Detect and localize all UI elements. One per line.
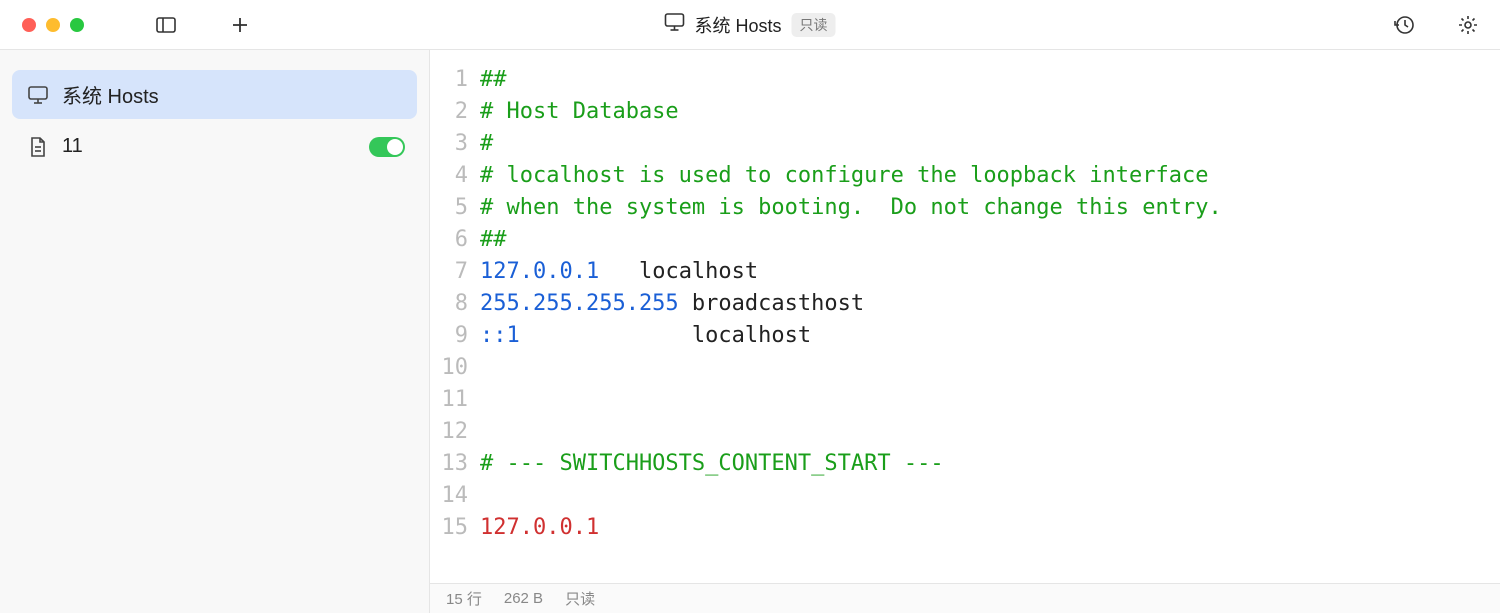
code-content: ### Host Database## localhost is used to…: [480, 64, 1500, 583]
code-line: ##: [480, 224, 1500, 256]
window-controls: [0, 18, 84, 32]
status-lines: 15 行: [446, 588, 482, 609]
code-line: # when the system is booting. Do not cha…: [480, 192, 1500, 224]
code-line: ::1 localhost: [480, 320, 1500, 352]
code-line: 127.0.0.1: [480, 512, 1500, 544]
sidebar-item-label: 系统 Hosts: [62, 80, 159, 109]
line-gutter: 123456789101112131415: [430, 64, 480, 583]
gear-icon[interactable]: [1456, 13, 1480, 37]
titlebar: 系统 Hosts 只读: [0, 0, 1500, 50]
code-line: 255.255.255.255 broadcasthost: [480, 288, 1500, 320]
zoom-window-button[interactable]: [70, 18, 84, 32]
add-button[interactable]: [228, 13, 252, 37]
readonly-badge: 只读: [792, 13, 836, 37]
minimize-window-button[interactable]: [46, 18, 60, 32]
sidebar-toggle-icon[interactable]: [154, 13, 178, 37]
code-line: # Host Database: [480, 96, 1500, 128]
close-window-button[interactable]: [22, 18, 36, 32]
sidebar-item-1[interactable]: 11: [12, 125, 417, 168]
sidebar-item-0[interactable]: 系统 Hosts: [12, 70, 417, 119]
code-line: #: [480, 128, 1500, 160]
sidebar: 系统 Hosts 11: [0, 50, 430, 613]
code-line: [480, 352, 1500, 384]
code-line: [480, 416, 1500, 448]
window-title-text: 系统 Hosts: [694, 12, 781, 38]
status-size: 262 B: [504, 590, 543, 607]
status-mode: 只读: [565, 588, 595, 609]
monitor-icon: [28, 85, 48, 105]
history-icon[interactable]: [1392, 13, 1416, 37]
code-line: # --- SWITCHHOSTS_CONTENT_START ---: [480, 448, 1500, 480]
code-line: [480, 384, 1500, 416]
code-line: [480, 480, 1500, 512]
code-line: 127.0.0.1 localhost: [480, 256, 1500, 288]
status-bar: 15 行 262 B 只读: [430, 583, 1500, 613]
monitor-icon: [664, 13, 684, 36]
code-editor[interactable]: 123456789101112131415 ### Host Database#…: [430, 50, 1500, 583]
sidebar-item-label: 11: [62, 135, 83, 158]
code-line: ##: [480, 64, 1500, 96]
code-line: # localhost is used to configure the loo…: [480, 160, 1500, 192]
window-title: 系统 Hosts 只读: [664, 12, 835, 38]
sidebar-item-toggle[interactable]: [369, 137, 405, 157]
file-icon: [28, 137, 48, 157]
